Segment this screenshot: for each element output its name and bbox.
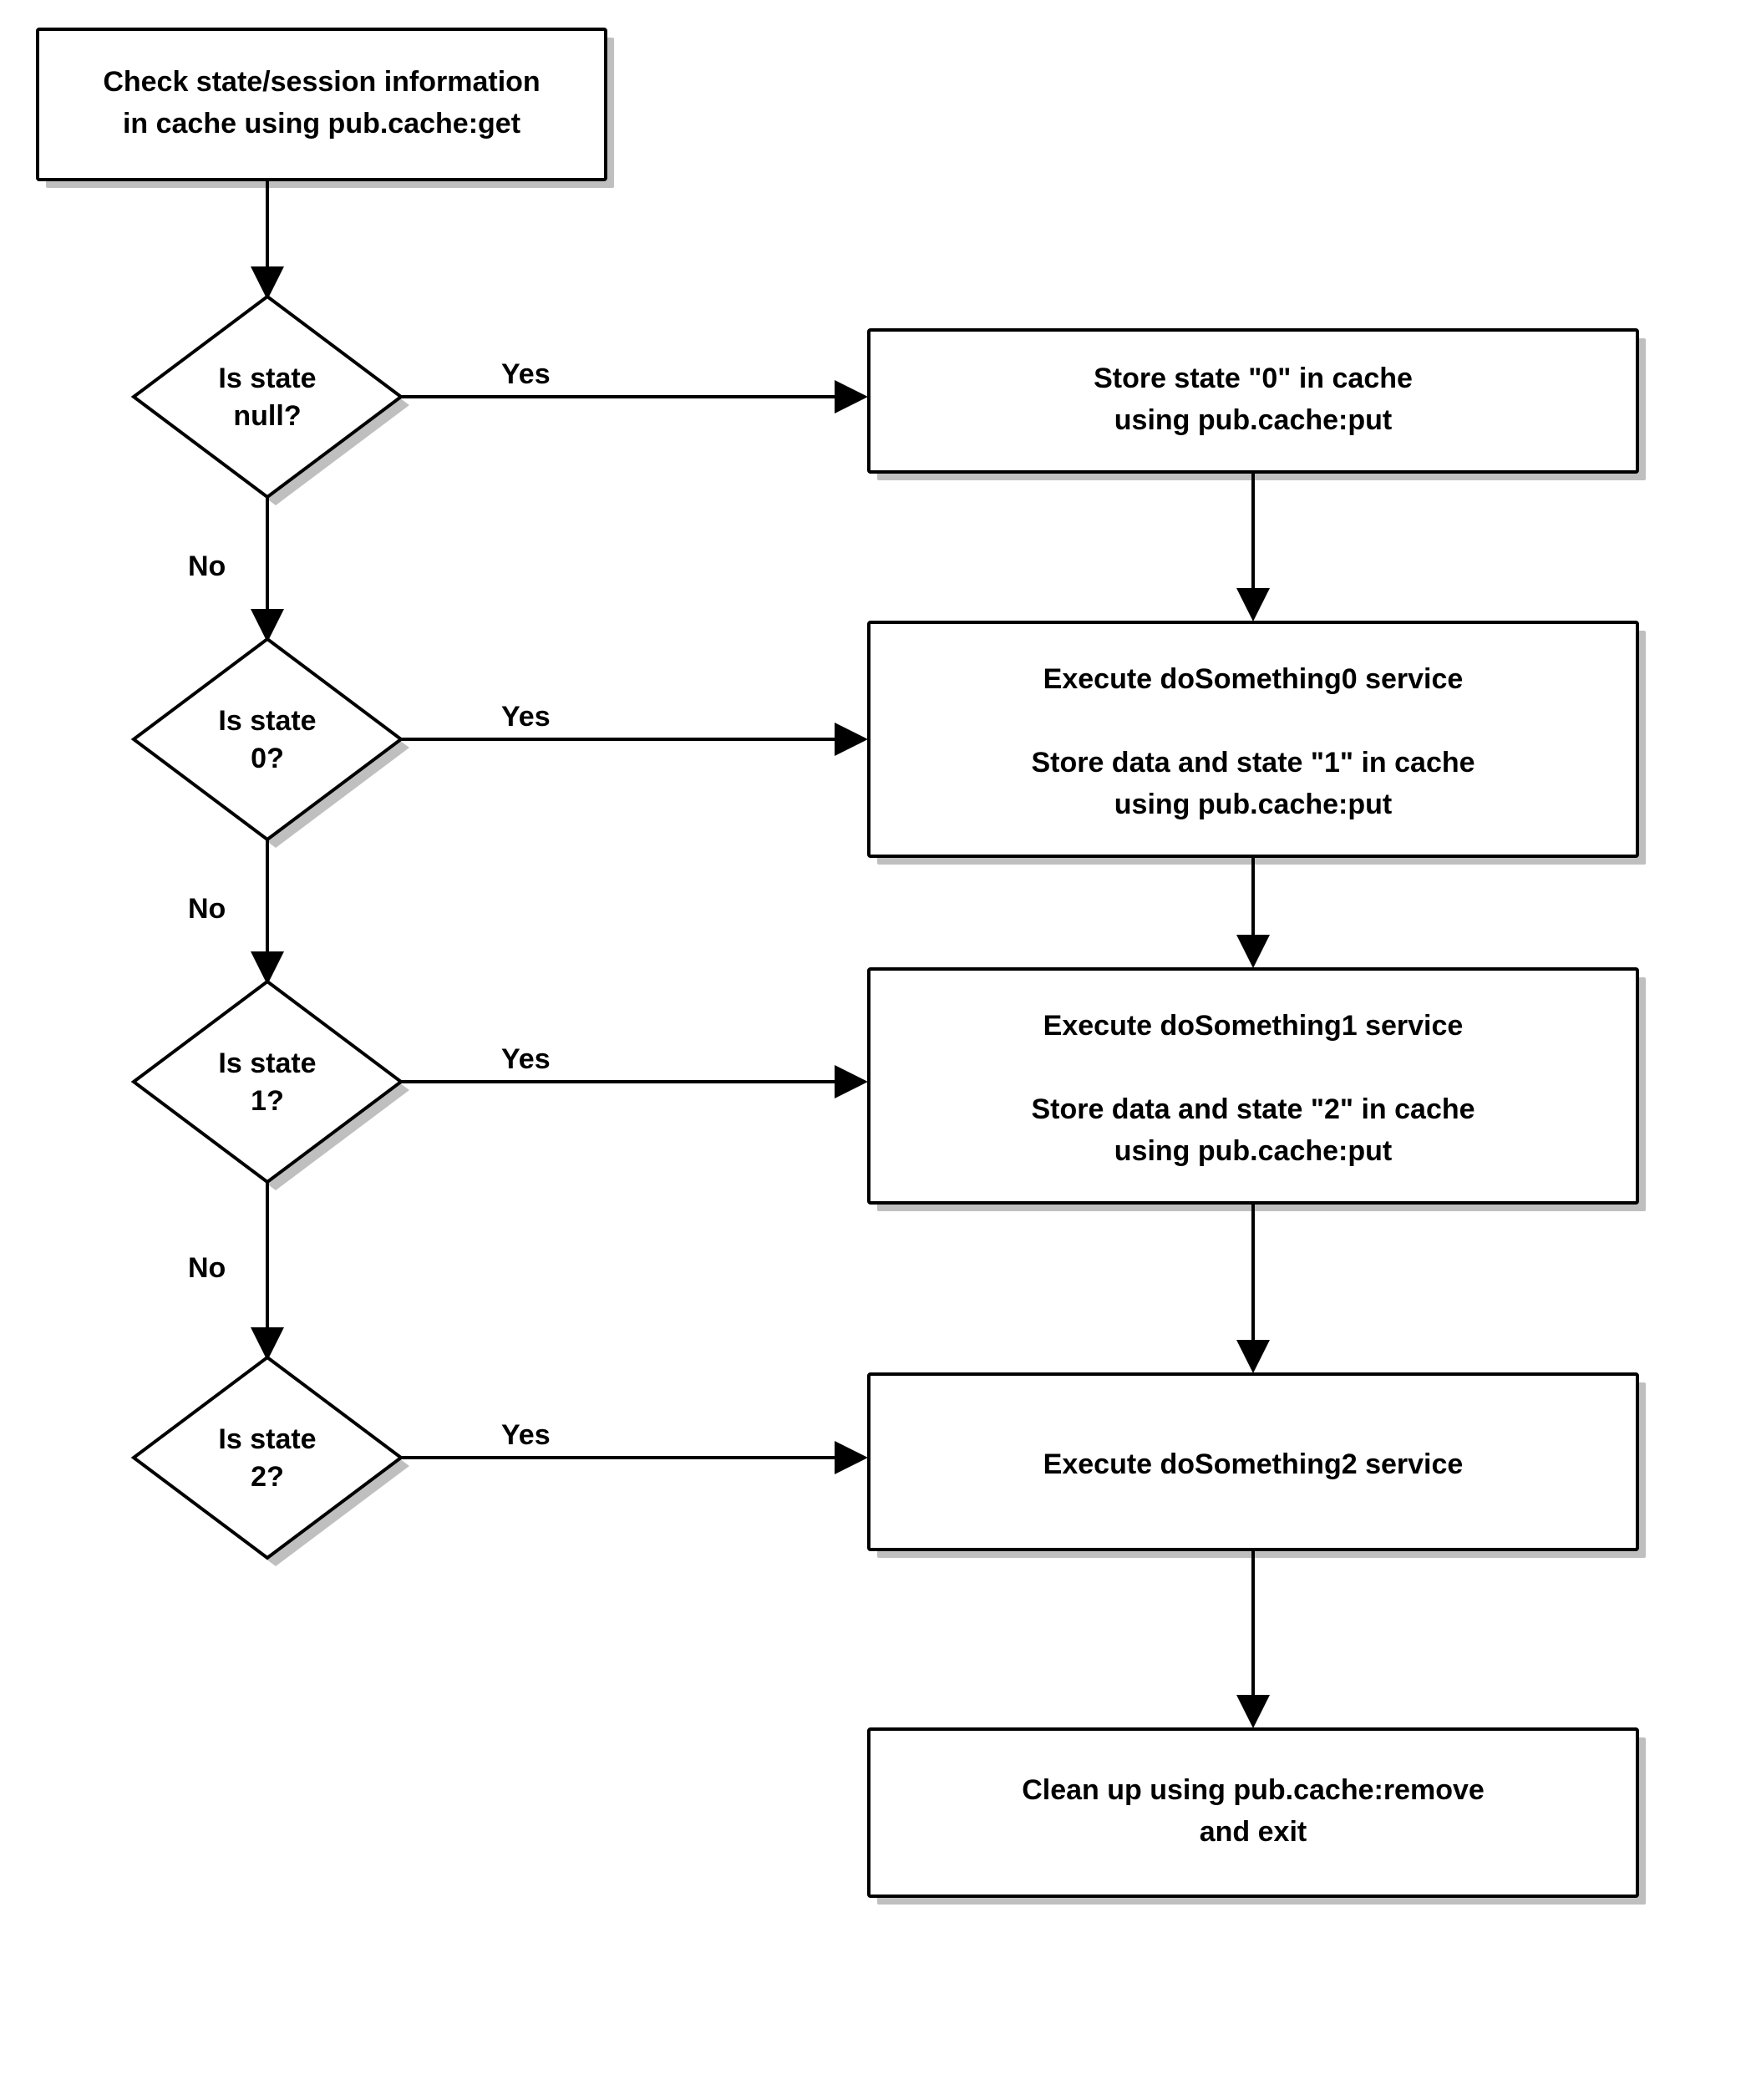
box1-line1: Execute doSomething0 service (1043, 663, 1464, 695)
cleanup-line2: and exit (1200, 1816, 1307, 1848)
d2-line2: 2? (251, 1461, 284, 1493)
box0-line1: Store state "0" in cache (1094, 363, 1413, 394)
decision-state-2: Is state 2? (134, 1357, 409, 1566)
label-d0-yes: Yes (501, 701, 551, 733)
label-d0-no: No (188, 893, 226, 925)
box1-line2: Store data and state "1" in cache (1031, 747, 1475, 779)
start-box-line2: in cache using pub.cache:get (123, 108, 520, 139)
label-d2-yes: Yes (501, 1419, 551, 1451)
d0-line1: Is state (218, 705, 316, 737)
decision-state-1: Is state 1? (134, 982, 409, 1190)
box-do-something-0: Execute doSomething0 service Store data … (869, 622, 1646, 865)
dnull-line2: null? (233, 400, 301, 432)
dnull-line1: Is state (218, 363, 316, 394)
start-box: Check state/session information in cache… (38, 29, 614, 188)
box3-line1: Execute doSomething2 service (1043, 1448, 1464, 1480)
label-d1-no: No (188, 1252, 226, 1284)
start-box-line1: Check state/session information (103, 66, 540, 98)
label-d1-yes: Yes (501, 1043, 551, 1075)
box2-line1: Execute doSomething1 service (1043, 1010, 1464, 1042)
box-store-state-0: Store state "0" in cache using pub.cache… (869, 330, 1646, 480)
decision-state-0: Is state 0? (134, 639, 409, 848)
d1-line1: Is state (218, 1047, 316, 1079)
cleanup-line1: Clean up using pub.cache:remove (1022, 1774, 1485, 1806)
box2-line3: using pub.cache:put (1114, 1135, 1392, 1167)
box-do-something-2: Execute doSomething2 service (869, 1374, 1646, 1558)
box-do-something-1: Execute doSomething1 service Store data … (869, 969, 1646, 1211)
box0-line2: using pub.cache:put (1114, 404, 1392, 436)
d1-line2: 1? (251, 1085, 284, 1117)
d2-line1: Is state (218, 1423, 316, 1455)
label-dnull-yes: Yes (501, 358, 551, 390)
box-cleanup: Clean up using pub.cache:remove and exit (869, 1729, 1646, 1905)
box1-line3: using pub.cache:put (1114, 789, 1392, 820)
decision-state-null: Is state null? (134, 297, 409, 505)
label-dnull-no: No (188, 550, 226, 582)
box2-line2: Store data and state "2" in cache (1031, 1093, 1475, 1125)
d0-line2: 0? (251, 743, 284, 774)
